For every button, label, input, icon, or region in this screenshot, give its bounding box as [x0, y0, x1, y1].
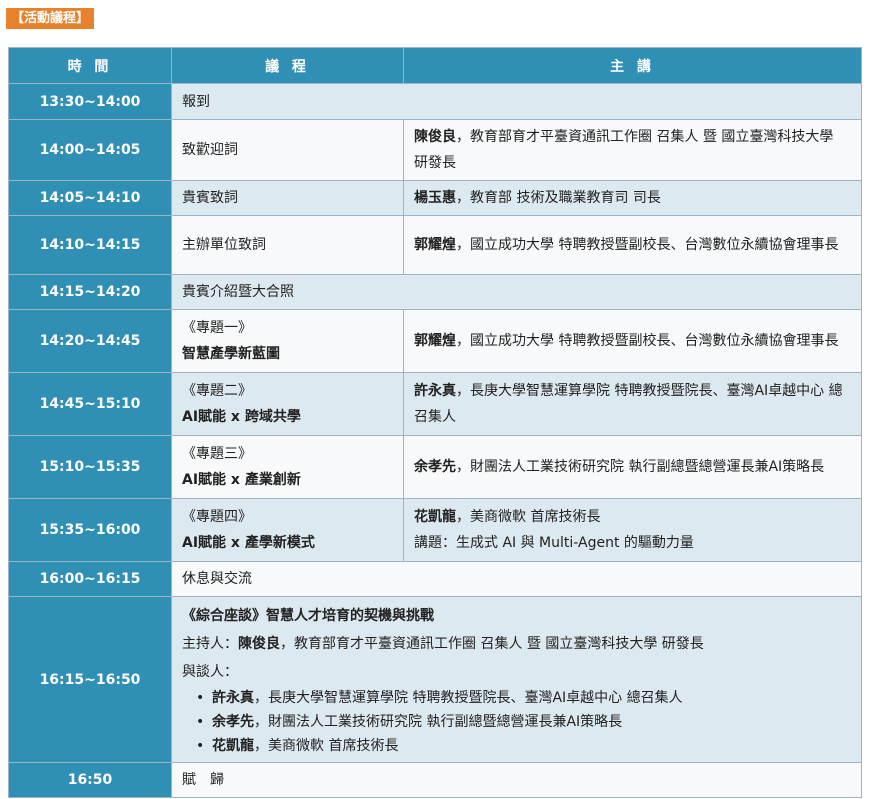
time-cell: 15:35~16:00 [8, 498, 172, 562]
topic-cell: 致歡迎詞 [171, 119, 404, 181]
time-cell: 15:10~15:35 [8, 435, 172, 499]
panel-title: 《綜合座談》智慧人才培育的契機與挑戰 [182, 607, 434, 624]
speaker-cell: 郭耀煌，國立成功大學 特聘教授暨副校長、台灣數位永續協會理事長 [403, 215, 862, 275]
table-row: 16:00~16:15 休息與交流 [8, 561, 862, 597]
speaker-title: ，教育部 技術及職業教育司 司長 [456, 190, 661, 206]
table-row: 14:10~14:15 主辦單位致詞 郭耀煌，國立成功大學 特聘教授暨副校長、台… [8, 215, 862, 275]
topic-cell: 《專題二》 AI賦能 x 跨域共學 [171, 372, 404, 436]
topic-title: AI賦能 x 跨域共學 [182, 409, 301, 425]
list-item: 許永真，長庚大學智慧運算學院 特聘教授暨院長、臺灣AI卓越中心 總召集人 [196, 686, 851, 710]
panelist-title: ，長庚大學智慧運算學院 特聘教授暨院長、臺灣AI卓越中心 總召集人 [254, 689, 683, 706]
speaker-name: 郭耀煌 [414, 237, 456, 253]
speaker-cell: 許永真，長庚大學智慧運算學院 特聘教授暨院長、臺灣AI卓越中心 總召集人 [403, 372, 862, 436]
panelist-name: 余孝先 [212, 713, 254, 730]
agenda-table: 時 間 議 程 主 講 13:30~14:00 報到 14:00~14:05 致… [8, 47, 862, 798]
speaker-name: 余孝先 [414, 459, 456, 475]
panelist-title: ，美商微軟 首席技術長 [254, 737, 399, 754]
speaker-name: 楊玉惠 [414, 190, 456, 206]
panel-cell: 《綜合座談》智慧人才培育的契機與挑戰 主持人：陳俊良，教育部育才平臺資通訊工作圈… [171, 596, 862, 763]
time-cell: 16:15~16:50 [8, 596, 172, 763]
panel-host: 主持人：陳俊良，教育部育才平臺資通訊工作圈 召集人 暨 國立臺灣科技大學 研發長 [182, 630, 851, 658]
section-label-agenda: 【活動議程】 [6, 8, 95, 29]
table-row: 16:50 賦 歸 [8, 762, 862, 798]
table-row: 15:35~16:00 《專題四》 AI賦能 x 產學新模式 花凱龍，美商微軟 首… [8, 498, 862, 562]
topic-label: 《專題二》 [182, 383, 252, 399]
time-cell: 14:10~14:15 [8, 215, 172, 275]
speaker-cell: 花凱龍，美商微軟 首席技術長講題：生成式 AI 與 Multi-Agent 的驅… [403, 498, 862, 562]
topic-title: 智慧產學新藍圖 [182, 346, 280, 362]
topic-cell: 主辦單位致詞 [171, 215, 404, 275]
list-item: 花凱龍，美商微軟 首席技術長 [196, 734, 851, 758]
topic-cell: 貴賓致詞 [171, 180, 404, 216]
table-row: 14:20~14:45 《專題一》智慧產學新藍圖 郭耀煌，國立成功大學 特聘教授… [8, 309, 862, 373]
table-row: 14:00~14:05 致歡迎詞 陳俊良，教育部育才平臺資通訊工作圈 召集人 暨… [8, 119, 862, 181]
speaker-cell: 郭耀煌，國立成功大學 特聘教授暨副校長、台灣數位永續協會理事長 [403, 309, 862, 373]
panelists-label: 與談人： [182, 663, 238, 680]
speaker-cell: 陳俊良，教育部育才平臺資通訊工作圈 召集人 暨 國立臺灣科技大學 研發長 [403, 119, 862, 181]
time-cell: 16:00~16:15 [8, 561, 172, 597]
speaker-title: ，教育部育才平臺資通訊工作圈 召集人 暨 國立臺灣科技大學 研發長 [414, 129, 834, 171]
host-title: ，教育部育才平臺資通訊工作圈 召集人 暨 國立臺灣科技大學 研發長 [280, 635, 704, 652]
table-row: 14:45~15:10 《專題二》 AI賦能 x 跨域共學 許永真，長庚大學智慧運… [8, 372, 862, 436]
time-cell: 16:50 [8, 762, 172, 798]
time-cell: 13:30~14:00 [8, 83, 172, 120]
host-label: 主持人： [182, 635, 238, 652]
table-row: 16:15~16:50 《綜合座談》智慧人才培育的契機與挑戰 主持人：陳俊良，教… [8, 596, 862, 763]
speaker-title: ，長庚大學智慧運算學院 特聘教授暨院長、臺灣AI卓越中心 總召集人 [414, 383, 843, 425]
panelist-title: ，財團法人工業技術研究院 執行副總暨總營運長兼AI策略長 [254, 713, 623, 730]
speaker-title: ，國立成功大學 特聘教授暨副校長、台灣數位永續協會理事長 [456, 333, 839, 349]
panelist-name: 許永真 [212, 689, 254, 706]
topic-label: 《專題一》 [182, 320, 252, 336]
speaker-name: 郭耀煌 [414, 333, 456, 349]
topic-cell: 賦 歸 [171, 762, 862, 798]
topic-title: AI賦能 x 產業創新 [182, 472, 301, 488]
host-name: 陳俊良 [238, 635, 280, 652]
speaker-cell: 楊玉惠，教育部 技術及職業教育司 司長 [403, 180, 862, 216]
time-cell: 14:20~14:45 [8, 309, 172, 373]
topic-label: 《專題四》 [182, 509, 252, 525]
time-cell: 14:15~14:20 [8, 274, 172, 310]
time-cell: 14:00~14:05 [8, 119, 172, 181]
table-row: 14:05~14:10 貴賓致詞 楊玉惠，教育部 技術及職業教育司 司長 [8, 180, 862, 216]
topic-label: 《專題三》 [182, 446, 252, 462]
time-cell: 14:45~15:10 [8, 372, 172, 436]
panelist-list: 許永真，長庚大學智慧運算學院 特聘教授暨院長、臺灣AI卓越中心 總召集人 余孝先… [182, 686, 851, 758]
topic-cell: 休息與交流 [171, 561, 862, 597]
topic-cell: 《專題一》智慧產學新藍圖 [171, 309, 404, 373]
header-agenda: 議 程 [171, 47, 404, 84]
table-header-row: 時 間 議 程 主 講 [8, 47, 862, 84]
table-row: 14:15~14:20 貴賓介紹暨大合照 [8, 274, 862, 310]
table-row: 15:10~15:35 《專題三》 AI賦能 x 產業創新 余孝先，財團法人工業技… [8, 435, 862, 499]
speaker-name: 許永真 [414, 383, 456, 399]
topic-cell: 報到 [171, 83, 862, 120]
header-time: 時 間 [8, 47, 172, 84]
speaker-name: 陳俊良 [414, 129, 456, 145]
panelist-name: 花凱龍 [212, 737, 254, 754]
topic-cell: 貴賓介紹暨大合照 [171, 274, 862, 310]
speaker-title: ，國立成功大學 特聘教授暨副校長、台灣數位永續協會理事長 [456, 237, 839, 253]
speaker-cell: 余孝先，財團法人工業技術研究院 執行副總暨總營運長兼AI策略長 [403, 435, 862, 499]
talk-topic: 講題：生成式 AI 與 Multi-Agent 的驅動力量 [414, 535, 694, 551]
speaker-title: ，財團法人工業技術研究院 執行副總暨總營運長兼AI策略長 [456, 459, 825, 475]
header-speaker: 主 講 [403, 47, 862, 84]
topic-cell: 《專題三》 AI賦能 x 產業創新 [171, 435, 404, 499]
table-row: 13:30~14:00 報到 [8, 83, 862, 120]
speaker-title: ，美商微軟 首席技術長 [456, 509, 601, 525]
topic-title: AI賦能 x 產學新模式 [182, 535, 315, 551]
speaker-name: 花凱龍 [414, 509, 456, 525]
list-item: 余孝先，財團法人工業技術研究院 執行副總暨總營運長兼AI策略長 [196, 710, 851, 734]
topic-cell: 《專題四》 AI賦能 x 產學新模式 [171, 498, 404, 562]
time-cell: 14:05~14:10 [8, 180, 172, 216]
